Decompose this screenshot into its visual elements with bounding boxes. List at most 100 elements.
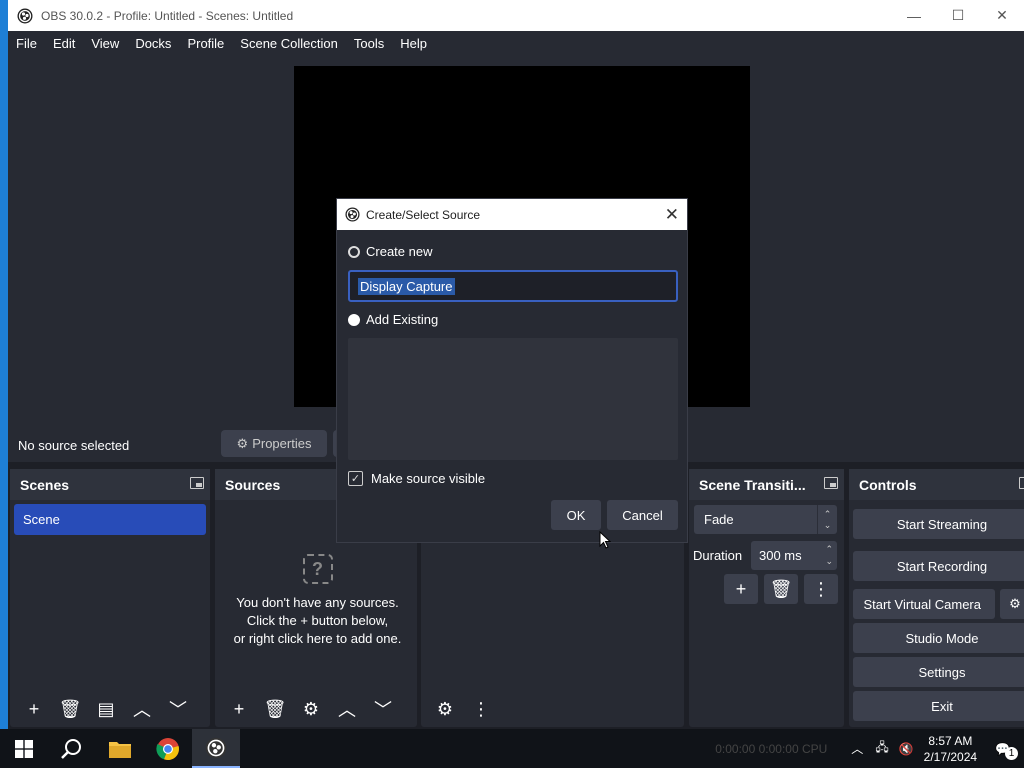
mouse-cursor-icon — [599, 531, 611, 549]
maximize-button[interactable]: ☐ — [936, 0, 980, 31]
create-select-source-dialog: Create/Select Source ✕ Create new Displa… — [336, 198, 688, 543]
radio-unchecked-icon — [348, 313, 360, 326]
menu-profile[interactable]: Profile — [179, 36, 232, 51]
more-options-icon[interactable]: ⋮ — [465, 695, 497, 723]
obs-status-bar-behind: 0:00:00 0:00:00 CPU — [715, 741, 828, 756]
chrome-icon[interactable] — [144, 729, 192, 768]
existing-sources-list[interactable] — [348, 338, 678, 460]
transition-select[interactable]: Fade ⌃ ⌄ — [694, 505, 837, 534]
advanced-audio-gear-icon[interactable]: ⚙ — [429, 695, 461, 723]
duration-value: 300 ms — [759, 548, 802, 563]
create-new-label: Create new — [366, 244, 433, 259]
spin-arrows-icon[interactable]: ⌃ ⌄ — [825, 543, 833, 567]
settings-button[interactable]: Settings — [853, 657, 1024, 687]
tray-chevron-icon[interactable]: ︿ — [851, 740, 863, 757]
remove-transition-icon[interactable]: 🗑 — [764, 574, 798, 604]
checkmark-icon: ✓ — [348, 471, 363, 486]
controls-dock-title: Controls — [859, 476, 917, 493]
move-up-icon[interactable]: ︿ — [331, 695, 363, 723]
undock-icon[interactable] — [824, 477, 838, 489]
notification-icon[interactable]: 💬 1 — [995, 742, 1018, 760]
virtual-camera-settings-icon[interactable]: ⚙ — [1000, 589, 1024, 619]
windows-taskbar: 0:00:00 0:00:00 CPU ︿ 🖧 🔇 8:57 AM 2/17/2… — [0, 729, 1024, 768]
clock-date: 2/17/2024 — [923, 749, 978, 764]
close-button[interactable]: ✕ — [980, 0, 1024, 31]
duration-label: Duration — [693, 548, 743, 563]
select-arrows-icon: ⌃ ⌄ — [817, 505, 837, 534]
make-visible-label: Make source visible — [371, 471, 486, 486]
dialog-close-icon[interactable]: ✕ — [665, 205, 679, 225]
add-icon[interactable]: + — [18, 695, 50, 723]
dialog-title: Create/Select Source — [366, 207, 481, 222]
menu-tools[interactable]: Tools — [346, 36, 392, 51]
start-virtual-camera-button[interactable]: Start Virtual Camera — [853, 589, 995, 619]
undock-icon[interactable] — [1019, 477, 1024, 489]
scene-list-item[interactable]: Scene — [14, 504, 206, 535]
ok-button[interactable]: OK — [551, 500, 601, 530]
transition-properties-icon[interactable]: ⋮ — [804, 574, 838, 604]
move-down-icon[interactable]: ﹀ — [162, 695, 194, 723]
start-streaming-button[interactable]: Start Streaming — [853, 509, 1024, 539]
network-icon[interactable]: 🖧 — [875, 738, 888, 759]
menu-docks[interactable]: Docks — [127, 36, 179, 51]
move-up-icon[interactable]: ︿ — [126, 695, 158, 723]
volume-muted-icon[interactable]: 🔇 — [899, 742, 914, 756]
transition-value: Fade — [704, 512, 734, 527]
properties-button[interactable]: ⚙ Properties — [221, 430, 327, 457]
file-explorer-icon[interactable] — [96, 729, 144, 768]
sources-dock-title: Sources — [225, 476, 281, 493]
desktop-edge — [0, 0, 8, 730]
create-new-radio[interactable]: Create new — [348, 244, 432, 259]
make-visible-checkbox[interactable]: ✓ Make source visible — [348, 471, 485, 486]
properties-label: Properties — [252, 436, 312, 451]
obs-taskbar-icon[interactable] — [192, 729, 240, 768]
system-tray: 0:00:00 0:00:00 CPU ︿ 🖧 🔇 8:57 AM 2/17/2… — [715, 729, 1024, 768]
studio-mode-button[interactable]: Studio Mode — [853, 623, 1024, 653]
empty-line-3: or right click here to add one. — [233, 631, 402, 646]
add-icon[interactable]: + — [223, 695, 255, 723]
window-title: OBS 30.0.2 - Profile: Untitled - Scenes:… — [41, 8, 294, 23]
menu-scene-collection[interactable]: Scene Collection — [232, 36, 346, 51]
move-down-icon[interactable]: ﹀ — [367, 695, 399, 723]
gear-icon[interactable]: ⚙ — [295, 695, 327, 723]
search-icon[interactable] — [48, 729, 96, 768]
clock-time: 8:57 AM — [928, 733, 973, 748]
windows-start-icon[interactable] — [0, 729, 48, 768]
add-existing-label: Add Existing — [366, 312, 439, 327]
source-status-label: No source selected — [18, 437, 130, 453]
dialog-titlebar: Create/Select Source ✕ — [337, 199, 687, 230]
menu-view[interactable]: View — [83, 36, 127, 51]
sources-empty-message[interactable]: ? You don't have any sources. Click the … — [215, 554, 420, 648]
radio-checked-icon — [348, 245, 360, 258]
obs-logo-icon — [345, 207, 360, 222]
trash-icon[interactable]: 🗑 — [259, 695, 291, 723]
empty-line-2: Click the + button below, — [246, 613, 389, 628]
source-name-input[interactable]: Display Capture — [348, 270, 678, 302]
add-existing-radio[interactable]: Add Existing — [348, 312, 438, 327]
start-recording-button[interactable]: Start Recording — [853, 551, 1024, 581]
window-titlebar: OBS 30.0.2 - Profile: Untitled - Scenes:… — [8, 0, 1024, 31]
duration-spinbox[interactable]: 300 ms ⌃ ⌄ — [751, 541, 837, 570]
scene-item-label: Scene — [23, 512, 60, 527]
undock-icon[interactable] — [190, 477, 204, 489]
taskbar-clock[interactable]: 8:57 AM 2/17/2024 — [924, 733, 977, 765]
scene-filters-icon[interactable]: ▤ — [90, 695, 122, 723]
scenes-dock: Scenes Scene + 🗑 ▤ ︿ ﹀ — [10, 469, 210, 727]
scenes-dock-title: Scenes — [20, 476, 70, 493]
transitions-dock-title: Scene Transiti... — [699, 476, 806, 493]
empty-line-1: You don't have any sources. — [236, 595, 399, 610]
add-transition-icon[interactable]: + — [724, 574, 758, 604]
menu-edit[interactable]: Edit — [45, 36, 83, 51]
question-icon: ? — [302, 554, 333, 584]
gear-icon: ⚙ — [236, 435, 249, 451]
menu-bar: File Edit View Docks Profile Scene Colle… — [8, 31, 1024, 56]
menu-help[interactable]: Help — [392, 36, 435, 51]
menu-file[interactable]: File — [8, 36, 45, 51]
obs-logo-icon — [17, 8, 33, 23]
notification-count-badge: 1 — [1005, 746, 1018, 760]
trash-icon[interactable]: 🗑 — [54, 695, 86, 723]
exit-button[interactable]: Exit — [853, 691, 1024, 721]
minimize-button[interactable]: — — [892, 0, 936, 31]
source-name-value: Display Capture — [358, 277, 455, 295]
cancel-button[interactable]: Cancel — [607, 500, 678, 530]
